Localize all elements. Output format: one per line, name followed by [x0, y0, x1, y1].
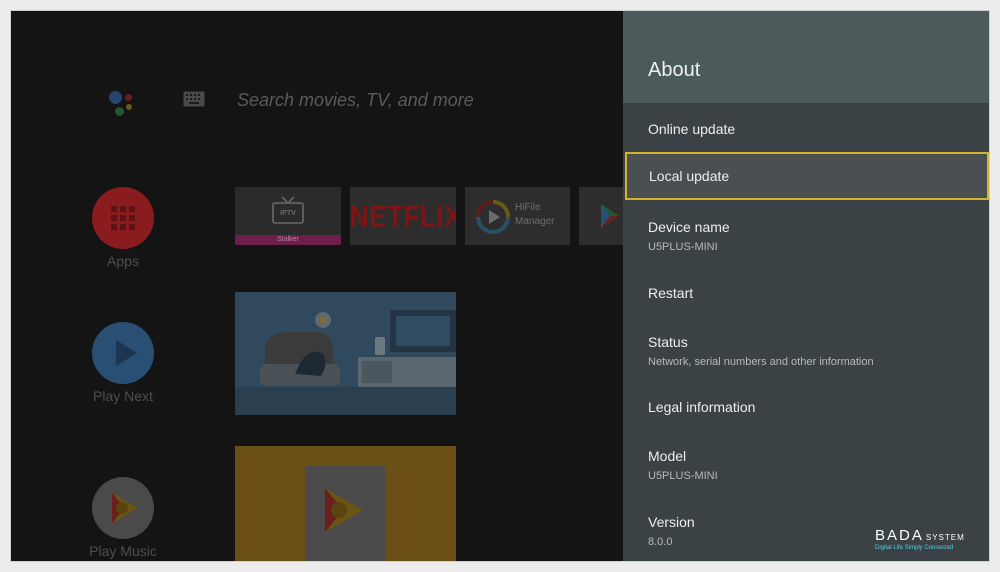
hifile-icon: [476, 200, 510, 234]
iptv-caption: Stalker: [277, 236, 299, 243]
recommendation-card-video[interactable]: [235, 292, 456, 415]
keyboard-icon[interactable]: [183, 91, 205, 107]
app-tile-hifile-manager[interactable]: HiFile Manager: [465, 187, 570, 245]
menu-item-online-update[interactable]: Online update: [623, 121, 989, 137]
rail-item-play-next[interactable]: Play Next: [81, 322, 165, 404]
netflix-logo: NETFLIX: [350, 198, 456, 234]
hifile-name-line1: HiFile: [515, 202, 541, 213]
menu-item-subtitle: Network, serial numbers and other inform…: [648, 356, 874, 368]
menu-item-title: Legal information: [648, 399, 756, 415]
app-tile-iptv[interactable]: IPTV Stalker: [235, 187, 341, 245]
screen-frame: Search movies, TV, and more Apps Play Ne…: [10, 10, 990, 562]
watermark-brand-suffix: SYSTEM: [925, 533, 965, 542]
menu-item-subtitle: U5PLUS-MINI: [648, 470, 718, 482]
search-input[interactable]: Search movies, TV, and more: [237, 90, 474, 111]
music-album-art: [305, 466, 385, 561]
living-room-illustration: [235, 310, 456, 415]
menu-item-title: Model: [648, 448, 687, 464]
watermark-brand-name: BADA: [875, 527, 924, 544]
about-settings-panel: About Online update Local update Device …: [623, 11, 989, 561]
iptv-logo-text: IPTV: [280, 210, 296, 217]
menu-item-local-update[interactable]: Local update: [625, 152, 989, 200]
google-assistant-icon[interactable]: [105, 85, 141, 121]
panel-header: About: [623, 11, 989, 103]
watermark-tagline: Digital Life Simply Connected: [875, 545, 954, 551]
bada-system-watermark: BADA SYSTEM Digital Life Simply Connected: [875, 527, 987, 561]
play-icon: [92, 322, 154, 384]
watermark-brand: BADA SYSTEM: [875, 527, 987, 544]
app-tile-play-store[interactable]: [579, 187, 623, 245]
menu-item-legal-information[interactable]: Legal information: [623, 399, 989, 415]
app-tile-netflix[interactable]: NETFLIX: [350, 187, 456, 245]
menu-item-title: Local update: [649, 168, 730, 184]
menu-item-title: Device name: [648, 219, 730, 235]
menu-item-restart[interactable]: Restart: [623, 285, 989, 301]
menu-item-subtitle: U5PLUS-MINI: [648, 241, 718, 253]
iptv-caption-strip: Stalker: [235, 235, 341, 245]
recommendation-card-music[interactable]: [235, 446, 456, 561]
play-music-icon: [92, 477, 154, 539]
play-music-icon: [325, 488, 363, 532]
menu-item-title: Restart: [648, 285, 694, 301]
menu-item-title: Online update: [648, 121, 736, 137]
menu-item-model[interactable]: Model U5PLUS-MINI: [623, 448, 989, 482]
rail-label-play-music: Play Music: [89, 543, 157, 559]
menu-item-title: Status: [648, 334, 688, 350]
hifile-name-line2: Manager: [515, 216, 555, 227]
menu-item-status[interactable]: Status Network, serial numbers and other…: [623, 334, 989, 368]
hifile-name: HiFile Manager: [515, 201, 554, 229]
apps-grid-icon: [92, 187, 154, 249]
rail-label-play-next: Play Next: [93, 388, 153, 404]
rail-item-play-music[interactable]: Play Music: [81, 477, 165, 559]
launcher-background: Search movies, TV, and more Apps Play Ne…: [11, 11, 623, 561]
play-store-icon: [601, 204, 619, 228]
rail-item-apps[interactable]: Apps: [81, 187, 165, 269]
panel-title: About: [648, 59, 701, 81]
rail-label-apps: Apps: [107, 253, 139, 269]
menu-item-device-name[interactable]: Device name U5PLUS-MINI: [623, 219, 989, 253]
